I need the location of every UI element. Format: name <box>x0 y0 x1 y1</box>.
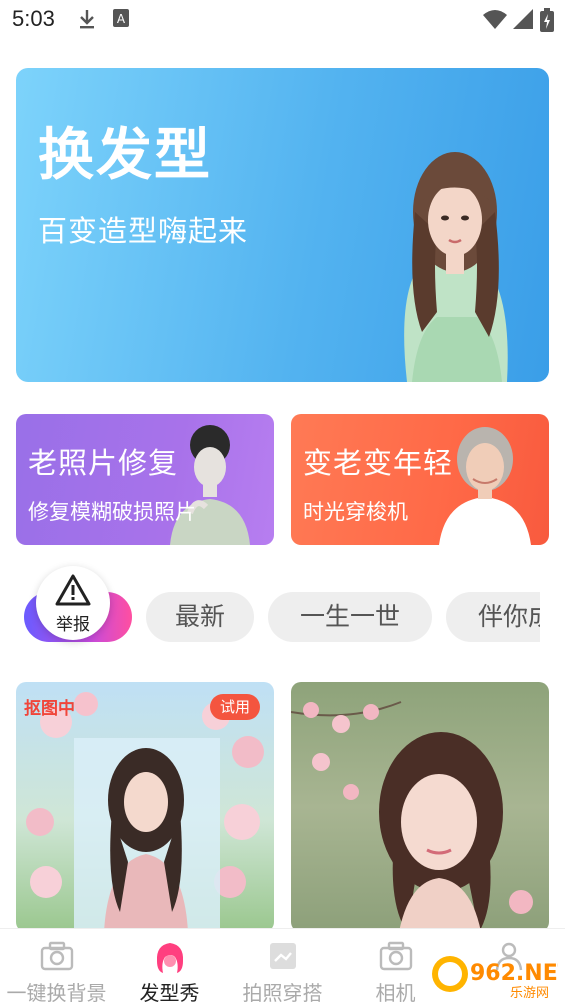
signal-icon <box>512 8 534 34</box>
cutout-status-tag: 抠图中 <box>24 699 75 719</box>
age-change-subtitle: 时光穿梭机 <box>303 500 408 524</box>
age-change-card[interactable]: 变老变年轻 时光穿梭机 <box>291 414 549 545</box>
gallery-card[interactable] <box>291 682 549 932</box>
banner-subtitle: 百变造型嗨起来 <box>38 214 249 248</box>
nav-label: 发型秀 <box>139 981 200 1004</box>
chip-latest[interactable]: 最新 <box>146 592 254 642</box>
svg-text:962.NET: 962.NET <box>470 961 558 986</box>
status-time: 5:03 <box>12 6 55 31</box>
model-portrait-image <box>404 152 508 382</box>
chip-forever[interactable]: 一生一世 <box>268 592 432 642</box>
hairstyle-banner[interactable]: 换发型 百变造型嗨起来 <box>16 68 549 382</box>
old-photo-title: 老照片修复 <box>28 446 179 480</box>
old-photo-subtitle: 修复模糊破损照片 <box>28 500 196 524</box>
nav-label: 一键换背景 <box>6 981 107 1004</box>
banner-title: 换发型 <box>38 123 212 188</box>
svg-text:乐游网: 乐游网 <box>510 986 549 1000</box>
vintage-portrait-image <box>170 425 250 545</box>
download-icon <box>78 8 96 34</box>
report-button[interactable]: 举报 <box>36 566 110 640</box>
status-bar: 5:03 A <box>0 0 565 40</box>
site-watermark-logo: 962.NET 乐游网 <box>428 952 565 1001</box>
camera-icon <box>379 941 413 971</box>
battery-icon <box>540 8 554 36</box>
age-change-title: 变老变年轻 <box>303 446 454 480</box>
nav-photo-outfit[interactable]: 拍照穿搭 <box>226 929 339 1004</box>
elderly-portrait-image <box>439 427 531 545</box>
nav-label: 拍照穿搭 <box>242 981 323 1004</box>
old-photo-restore-card[interactable]: 老照片修复 修复模糊破损照片 <box>16 414 274 545</box>
camera-icon <box>40 941 74 971</box>
wifi-icon <box>482 8 508 34</box>
warning-icon <box>55 574 91 610</box>
gallery-card[interactable]: 抠图中 试用 <box>16 682 274 932</box>
svg-text:A: A <box>117 12 126 26</box>
nav-background-swap[interactable]: 一键换背景 <box>0 929 113 1004</box>
report-label: 举报 <box>56 615 90 635</box>
image-icon <box>266 941 300 971</box>
hair-icon <box>153 941 187 973</box>
spring-portrait-image <box>291 701 533 932</box>
a-icon: A <box>112 8 130 32</box>
nav-hairstyle-show[interactable]: 发型秀 <box>113 929 226 1004</box>
chip-growing-up[interactable]: 伴你成长 <box>446 592 540 642</box>
trial-badge: 试用 <box>209 694 260 720</box>
